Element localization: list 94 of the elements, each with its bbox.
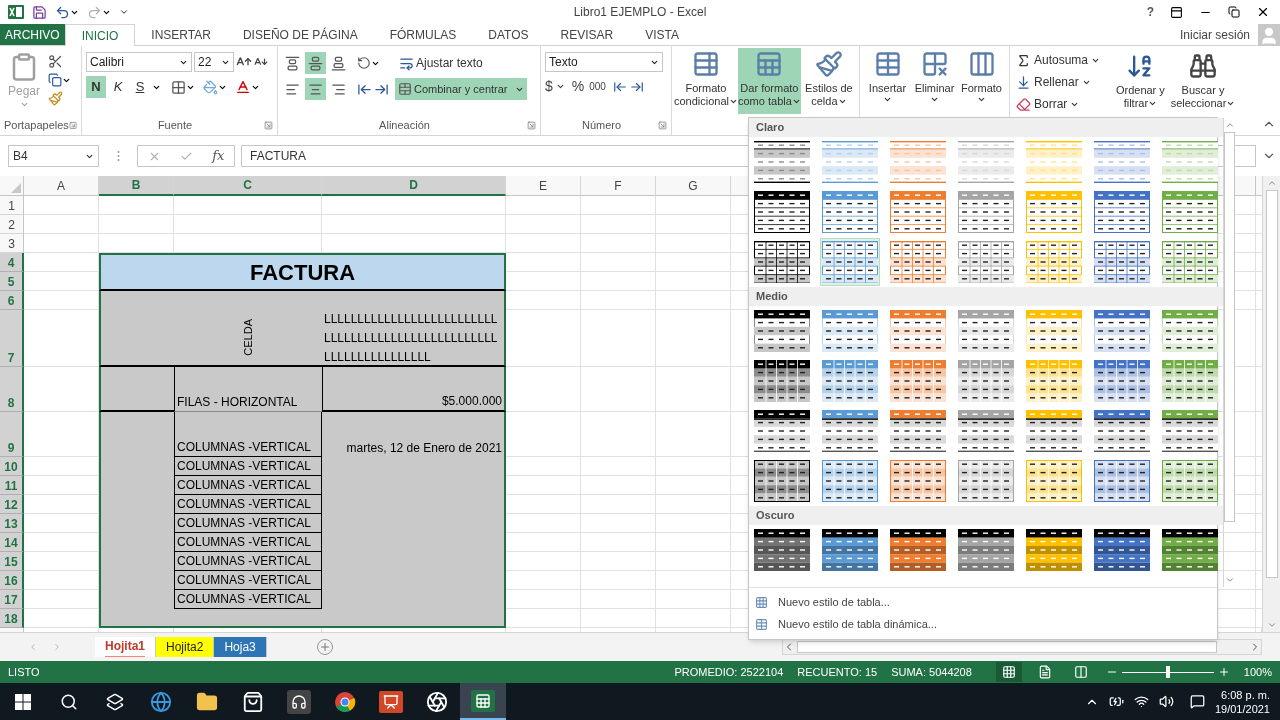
group-label: Fuente — [157, 117, 193, 133]
row-header[interactable]: 10 — [0, 457, 24, 476]
font-style-button[interactable]: N — [86, 76, 106, 98]
clock-date[interactable]: 19/01/2021 — [1214, 701, 1270, 716]
row-header[interactable]: 3 — [0, 234, 24, 253]
ribbon-tab[interactable]: DATOS — [472, 24, 545, 45]
table-cell: COLUMNAS -VERTICAL — [174, 412, 322, 457]
font-style-button[interactable]: S — [130, 76, 150, 98]
sheet-tab[interactable]: Hojita1 — [95, 637, 156, 657]
row-header[interactable]: 16 — [0, 571, 24, 590]
row-header[interactable]: 4 — [0, 253, 24, 272]
column-header[interactable]: D — [322, 176, 506, 196]
status-stat: PROMEDIO: 2522104 — [674, 664, 784, 680]
status-stat: SUMA: 5044208 — [891, 664, 972, 680]
table-cell: COLUMNAS -VERTICAL — [174, 571, 322, 590]
window-title: Libro1 EJEMPLO - Excel — [572, 4, 708, 21]
row-header[interactable]: 14 — [0, 533, 24, 552]
table-cell: COLUMNAS -VERTICAL — [174, 590, 322, 609]
group-label: Portapapeles — [4, 117, 69, 133]
ribbon-tab[interactable]: INICIO — [64, 24, 136, 46]
help-button[interactable]: ? — [1146, 3, 1154, 21]
thousands-button[interactable]: 000 — [589, 79, 606, 94]
section-heading: Claro — [749, 118, 1223, 137]
column-header[interactable]: E — [506, 176, 581, 196]
large-ribbon-button[interactable]: Estilos de celda — [800, 48, 857, 114]
menu-item[interactable]: Nuevo estilo de tabla... — [749, 591, 1217, 614]
column-header[interactable]: G — [656, 176, 731, 196]
zoom-level[interactable]: 100% — [1243, 663, 1272, 681]
name-box[interactable]: B4 — [8, 145, 99, 167]
percent-button[interactable]: % — [571, 76, 585, 97]
column-header[interactable]: A — [24, 176, 99, 196]
large-ribbon-button[interactable]: Ordenar y filtrar — [1109, 50, 1171, 114]
large-ribbon-button[interactable]: Dar formato como tabla — [738, 48, 801, 114]
row-header[interactable]: 8 — [0, 367, 24, 412]
section-heading: Medio — [749, 287, 1223, 306]
sign-in-link[interactable]: Iniciar sesión — [1171, 24, 1258, 45]
insert-function-button[interactable]: fx — [212, 146, 225, 166]
ribbon-tab[interactable]: REVISAR — [544, 24, 630, 45]
row-header[interactable]: 18 — [0, 609, 24, 628]
table-cell: $5.000.000 — [322, 367, 506, 412]
table-cell: LLLLLLLLLLLLLLLLLLLLLLLLLLLLLLLLLLLLLLLLLLLLLLLLLLLLLLLLLLLLLLLLLLLL — [322, 310, 506, 367]
row-header[interactable]: 11 — [0, 476, 24, 495]
section-heading: Oscuro — [749, 506, 1223, 525]
table-cell: COLUMNAS -VERTICAL — [174, 476, 322, 495]
row-header[interactable]: 7 — [0, 310, 24, 367]
group-label: Número — [581, 117, 622, 133]
group-label: Alineación — [379, 117, 430, 133]
large-ribbon-button[interactable]: Formato condicional — [674, 48, 738, 114]
table-cell: COLUMNAS -VERTICAL — [174, 495, 322, 514]
sheet-tab[interactable]: Hoja3 — [214, 637, 267, 657]
row-header[interactable]: 6 — [0, 291, 24, 310]
row-header[interactable]: 17 — [0, 590, 24, 609]
large-ribbon-button[interactable]: Buscar y seleccionar — [1171, 50, 1235, 114]
menu-item[interactable]: Nuevo estilo de tabla dinámica... — [749, 613, 1217, 636]
ribbon-tab[interactable]: INSERTAR — [135, 24, 227, 45]
status-mode: LISTO — [8, 664, 40, 680]
edit-button[interactable]: Borrar — [1016, 94, 1110, 114]
row-header[interactable]: 13 — [0, 514, 24, 533]
column-header[interactable]: C — [174, 176, 322, 196]
clock-time[interactable]: 6:08 p. m. — [1221, 687, 1270, 702]
wrap-text-button[interactable]: Ajustar texto — [396, 52, 486, 74]
status-stat: RECUENTO: 15 — [797, 664, 878, 680]
column-header[interactable]: F — [581, 176, 656, 196]
font-name-select[interactable]: Calibri — [86, 52, 192, 72]
row-header[interactable]: 2 — [0, 215, 24, 234]
row-header[interactable]: 1 — [0, 196, 24, 215]
merge-center-button[interactable]: Combinar y centrar — [395, 78, 527, 100]
ribbon-tab[interactable]: ARCHIVO — [0, 24, 65, 45]
large-ribbon-button[interactable]: Insertar — [864, 48, 911, 114]
ribbon-tab[interactable]: VISTA — [629, 24, 696, 45]
row-header[interactable]: 5 — [0, 272, 24, 291]
table-cell: CELDA — [174, 310, 322, 367]
table-cell: martes, 12 de Enero de 2021 — [322, 412, 506, 457]
large-ribbon-button[interactable]: Formato — [958, 48, 1005, 114]
table-cell: FILAS - HORIZONTAL — [174, 367, 322, 412]
table-cell: COLUMNAS -VERTICAL — [174, 552, 322, 571]
font-size-select[interactable]: 22 — [194, 52, 234, 72]
font-style-button[interactable]: K — [108, 76, 128, 98]
sheet-tab[interactable]: Hojita2 — [156, 637, 215, 657]
currency-button[interactable]: $ — [545, 76, 553, 97]
invoice-title-cell: FACTURA — [99, 253, 506, 291]
number-format-select[interactable]: Texto — [545, 52, 663, 72]
table-cell: COLUMNAS -VERTICAL — [174, 457, 322, 476]
edit-button[interactable]: Autosuma — [1016, 50, 1110, 70]
column-header[interactable]: B — [99, 176, 174, 196]
table-cell: COLUMNAS -VERTICAL — [174, 533, 322, 552]
table-cell: COLUMNAS -VERTICAL — [174, 514, 322, 533]
row-header[interactable]: 15 — [0, 552, 24, 571]
ribbon-tab[interactable]: DISEÑO DE PÁGINA — [226, 24, 374, 45]
ribbon-tab[interactable]: FÓRMULAS — [373, 24, 473, 45]
row-header[interactable]: 9 — [0, 412, 24, 457]
row-header[interactable]: 12 — [0, 495, 24, 514]
large-ribbon-button[interactable]: Eliminar — [911, 48, 958, 114]
edit-button[interactable]: Rellenar — [1016, 72, 1110, 92]
